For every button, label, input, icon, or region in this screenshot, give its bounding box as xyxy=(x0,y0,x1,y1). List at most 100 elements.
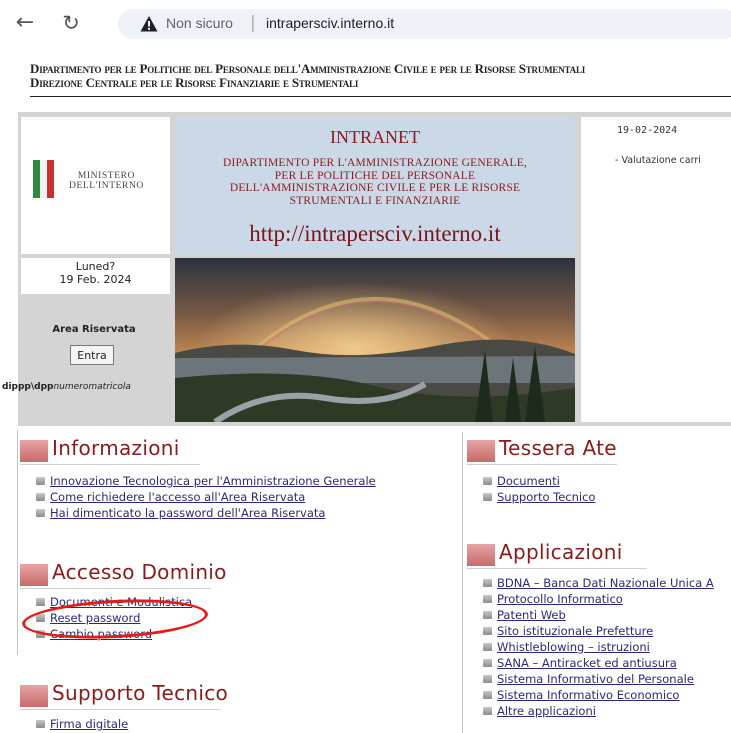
login-hint-suffix: numeromatricola xyxy=(53,382,131,392)
section-underline xyxy=(20,464,200,465)
link-richiedere-accesso[interactable]: Come richiedere l'accesso all'Area Riser… xyxy=(50,490,305,504)
section-title-text: Informazioni xyxy=(52,436,180,460)
list-item[interactable]: Whistleblowing – istruzioni xyxy=(481,639,714,655)
intranet-title-box: INTRANET DIPARTIMENTO PER L'AMMINISTRAZI… xyxy=(175,117,575,254)
link-patenti-web[interactable]: Patenti Web xyxy=(497,608,566,622)
bullet-icon xyxy=(483,579,492,587)
section-underline xyxy=(467,464,617,465)
news-item[interactable]: - Valutazione carri xyxy=(615,155,701,166)
link-sistema-personale[interactable]: Sistema Informativo del Personale xyxy=(497,672,694,686)
reload-icon[interactable]: ↻ xyxy=(58,10,84,36)
reserved-area-label: Area Riservata xyxy=(52,324,136,335)
link-sistema-economico[interactable]: Sistema Informativo Economico xyxy=(497,688,679,702)
bullet-icon xyxy=(483,643,492,651)
list-item[interactable]: Patenti Web xyxy=(481,607,714,623)
logo-text: MINISTERO DELL'INTERNO xyxy=(69,171,144,191)
supporto-tecnico-links: Firma digitale xyxy=(34,716,128,732)
tessera-ate-links: Documenti Supporto Tecnico xyxy=(481,473,595,505)
link-documenti[interactable]: Documenti xyxy=(497,474,560,488)
bullet-icon xyxy=(483,595,492,603)
logo-line-1: MINISTERO xyxy=(77,171,135,181)
section-header-block-icon xyxy=(20,564,49,586)
browser-toolbar: ← ↻ Non sicuro | intrapersciv.interno.it xyxy=(0,0,731,46)
warning-triangle-icon[interactable] xyxy=(140,15,158,33)
list-item[interactable]: Hai dimenticato la password dell'Area Ri… xyxy=(34,505,376,521)
bullet-icon xyxy=(36,720,45,728)
bullet-icon xyxy=(36,598,45,606)
italian-flag-icon xyxy=(33,160,55,198)
bullet-icon xyxy=(36,493,45,501)
address-bar[interactable]: Non sicuro | intrapersciv.interno.it xyxy=(118,9,731,39)
bullet-icon xyxy=(483,627,492,635)
informazioni-links: Innovazione Tecnologica per l'Amministra… xyxy=(34,473,376,521)
date-day: 19 Feb. 2024 xyxy=(59,273,132,286)
department-line-2: PER LE POLITICHE DEL PERSONALE xyxy=(274,169,476,182)
department-name: DIPARTIMENTO PER L'AMMINISTRAZIONE GENER… xyxy=(175,157,575,207)
url-text[interactable]: intrapersciv.interno.it xyxy=(266,15,394,31)
section-title-text: Tessera Ate xyxy=(499,436,617,460)
list-item[interactable]: Sistema Informativo Economico xyxy=(481,687,714,703)
link-sito-prefetture[interactable]: Sito istituzionale Prefetture xyxy=(497,624,653,638)
list-item[interactable]: Supporto Tecnico xyxy=(481,489,595,505)
section-underline xyxy=(20,588,210,589)
bullet-icon xyxy=(483,675,492,683)
header-line-1: Dipartimento per le Politiche del Person… xyxy=(30,61,586,76)
security-status-label[interactable]: Non sicuro xyxy=(166,15,233,31)
applicazioni-links: BDNA – Banca Dati Nazionale Unica A Prot… xyxy=(481,575,714,719)
bullet-icon xyxy=(36,509,45,517)
back-arrow-icon[interactable]: ← xyxy=(12,10,38,36)
link-bdna[interactable]: BDNA – Banca Dati Nazionale Unica A xyxy=(497,576,714,590)
link-innovazione[interactable]: Innovazione Tecnologica per l'Amministra… xyxy=(50,474,376,488)
link-supporto-tecnico[interactable]: Supporto Tecnico xyxy=(497,490,595,504)
list-item[interactable]: Innovazione Tecnologica per l'Amministra… xyxy=(34,473,376,489)
link-protocollo-informatico[interactable]: Protocollo Informatico xyxy=(497,592,623,606)
banner: MINISTERO DELL'INTERNO Luned? 19 Feb. 20… xyxy=(2,112,731,426)
bullet-icon xyxy=(483,659,492,667)
bullet-icon xyxy=(483,477,492,485)
list-item[interactable]: Sito istituzionale Prefetture xyxy=(481,623,714,639)
address-separator: | xyxy=(250,13,256,33)
news-panel: 19-02-2024 - Valutazione carri xyxy=(581,117,731,422)
bullet-icon xyxy=(483,691,492,699)
date-weekday: Luned? xyxy=(75,260,116,273)
section-title-text: Supporto Tecnico xyxy=(52,681,229,705)
bullet-icon xyxy=(483,493,492,501)
page-header: Dipartimento per le Politiche del Person… xyxy=(30,62,731,90)
list-item[interactable]: Documenti xyxy=(481,473,595,489)
list-item[interactable]: BDNA – Banca Dati Nazionale Unica A xyxy=(481,575,714,591)
department-line-3: DELL'AMMINISTRAZIONE CIVILE E PER LE RIS… xyxy=(229,182,521,194)
column-divider xyxy=(462,432,463,733)
section-underline xyxy=(20,709,220,710)
bullet-icon xyxy=(483,611,492,619)
link-firma-digitale[interactable]: Firma digitale xyxy=(50,717,128,731)
list-item[interactable]: Come richiedere l'accesso all'Area Riser… xyxy=(34,489,376,505)
current-date: Luned? 19 Feb. 2024 xyxy=(21,258,170,294)
logo-line-2: DELL'INTERNO xyxy=(69,181,144,191)
section-title-text: Accesso Dominio xyxy=(52,560,227,584)
link-password-dimenticata[interactable]: Hai dimenticato la password dell'Area Ri… xyxy=(50,506,325,520)
bullet-icon xyxy=(36,477,45,485)
list-item[interactable]: Altre applicazioni xyxy=(481,703,714,719)
login-username-hint: dippp\dppnumeromatricola xyxy=(2,382,182,392)
department-line-1: DIPARTIMENTO PER L'AMMINISTRAZIONE GENER… xyxy=(222,157,528,169)
rainbow-landscape-photo xyxy=(175,258,575,422)
link-whistleblowing[interactable]: Whistleblowing – istruzioni xyxy=(497,640,650,654)
section-header-block-icon xyxy=(467,440,496,462)
section-title-text: Applicazioni xyxy=(499,540,623,564)
enter-button[interactable]: Entra xyxy=(70,345,114,365)
link-sana[interactable]: SANA – Antiracket ed antiusura xyxy=(497,656,677,670)
bullet-icon xyxy=(483,707,492,715)
ministry-logo[interactable]: MINISTERO DELL'INTERNO xyxy=(21,117,170,254)
list-item[interactable]: Protocollo Informatico xyxy=(481,591,714,607)
section-header-block-icon xyxy=(467,544,496,566)
reserved-area-box: Area Riservata Entra dippp\dppnumeromatr… xyxy=(2,300,170,422)
intranet-url: http://intrapersciv.interno.it xyxy=(249,221,501,246)
link-altre-applicazioni[interactable]: Altre applicazioni xyxy=(497,704,596,718)
list-item[interactable]: Sistema Informativo del Personale xyxy=(481,671,714,687)
login-hint-prefix: dippp\dpp xyxy=(2,382,54,392)
section-underline xyxy=(467,568,647,569)
header-divider xyxy=(30,96,731,97)
list-item[interactable]: SANA – Antiracket ed antiusura xyxy=(481,655,714,671)
list-item[interactable]: Firma digitale xyxy=(34,716,128,732)
header-line-2: Direzione Centrale per le Risorse Finanz… xyxy=(30,75,359,90)
